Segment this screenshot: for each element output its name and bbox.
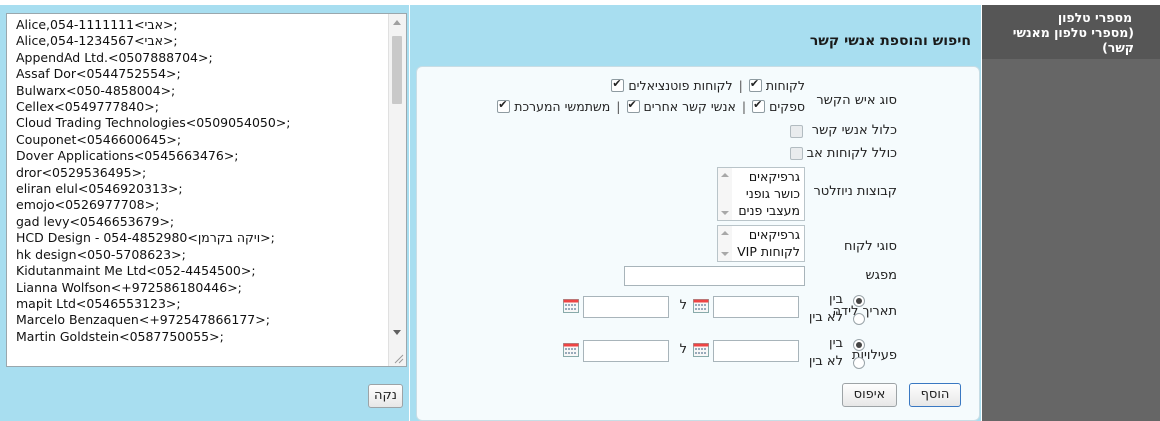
system-users-label: משתמשי המערכת	[514, 99, 611, 114]
calendar-icon[interactable]	[693, 343, 709, 357]
phone-numbers-panel: מספרי טלפון (מספרי טלפון מאנשי קשר)	[982, 5, 1160, 421]
recipient-line: emojo<0526977708>;	[16, 197, 160, 213]
add-button[interactable]: הוסף	[909, 383, 961, 407]
recipient-line: Martin Goldstein<0587750055>;	[16, 328, 224, 344]
recipient-line: Assaf Dor<0544752554>;	[16, 66, 181, 82]
resize-grip-icon[interactable]	[394, 354, 404, 364]
contact-type-row-1: לקוחות | לקוחות פוטנציאלים	[611, 77, 805, 93]
birth-date-between-radio[interactable]	[853, 295, 865, 307]
customers-label: לקוחות	[765, 78, 805, 93]
separator: |	[616, 99, 621, 114]
separator: |	[741, 99, 747, 114]
recipient-line: dror<0529536495>;	[16, 164, 147, 180]
recipient-line: HCD Design - 054-4852980<ויקה בקרמן>;	[16, 230, 275, 246]
phone-numbers-title: מספרי טלפון	[1057, 10, 1132, 25]
search-form: סוג איש הקשר לקוחות | לקוחות פוטנציאלים ס…	[416, 66, 980, 421]
recipient-line: Marcelo Benzaquen<+972547866177>;	[16, 312, 270, 328]
recipient-line: Lianna Wolfson<+972586180446>;	[16, 279, 242, 295]
potential-customers-checkbox[interactable]: לקוחות פוטנציאלים	[611, 77, 733, 93]
newsletter-groups-label: קבוצות ניוזלטר	[813, 184, 897, 199]
scroll-up-icon[interactable]	[721, 173, 729, 177]
calendar-icon[interactable]	[563, 343, 579, 357]
customers-check-icon[interactable]	[748, 77, 762, 92]
birth-date-from-input[interactable]	[713, 296, 799, 318]
recipient-line: Dover Applications<0545663476>;	[16, 148, 239, 164]
scroll-down-icon[interactable]	[721, 252, 729, 256]
suppliers-checkbox[interactable]: ספקים	[752, 98, 805, 114]
customers-checkbox[interactable]: לקוחות	[748, 77, 805, 93]
potential-customers-label: לקוחות פוטנציאלים	[628, 78, 733, 93]
recipient-line: Cellex<0549777840>;	[16, 99, 159, 115]
scroll-thumb[interactable]	[392, 36, 402, 104]
birth-date-between-label: בין	[829, 292, 843, 307]
activities-not-between-label: לא בין	[808, 354, 843, 369]
activities-not-between-radio[interactable]	[853, 357, 865, 369]
suppliers-check-icon[interactable]	[752, 98, 766, 113]
listbox-scrollbar[interactable]	[718, 168, 732, 220]
birth-date-not-between-label: לא בין	[808, 310, 843, 325]
recipient-line: gad levy<0546653679>;	[16, 213, 175, 229]
contact-type-label: סוג איש הקשר	[816, 93, 897, 108]
include-parent-customers-label: כולל לקוחות אב	[806, 146, 897, 161]
recipient-line: Kidutanmaint Me Ltd<052-4454500>;	[16, 263, 256, 279]
scroll-up-icon[interactable]	[393, 20, 401, 25]
phone-numbers-subtitle: (מספרי טלפון מאנשי קשר)	[1012, 25, 1134, 55]
suppliers-label: ספקים	[769, 99, 805, 114]
phone-numbers-header[interactable]: מספרי טלפון (מספרי טלפון מאנשי קשר)	[982, 5, 1160, 59]
newsletter-groups-listbox[interactable]: גרפיקאים כושר גופני מעצבי פנים	[717, 167, 805, 221]
recipient-line: eliran elul<0546920313>;	[16, 181, 183, 197]
include-contacts-checkbox[interactable]	[790, 125, 803, 138]
activities-between-label: בין	[829, 336, 843, 351]
meeting-label: מפגש	[865, 268, 897, 283]
recipients-lines: Alice,054-1111111<אבי>; Alice,054-1234567…	[16, 17, 386, 345]
scroll-up-icon[interactable]	[721, 231, 729, 235]
activities-to-label: ל	[679, 342, 687, 357]
recipient-line: Couponet<0546600645>;	[16, 131, 182, 147]
listbox-scrollbar[interactable]	[718, 226, 732, 261]
recipients-pane: Alice,054-1111111<אבי>; Alice,054-1234567…	[0, 5, 409, 421]
recipient-line: Cloud Trading Technologies<0509054050>;	[16, 115, 291, 131]
recipient-line: Alice,054-1234567<אבי>;	[16, 33, 178, 49]
reset-button[interactable]: איפוס	[842, 383, 897, 407]
include-contacts-label: כלול אנשי קשר	[811, 123, 897, 138]
app-window: Alice,054-1111111<אבי>; Alice,054-1234567…	[0, 0, 1160, 421]
activities-from-input[interactable]	[713, 340, 799, 362]
recipient-line: Bulwarx<050-4858004>;	[16, 82, 176, 98]
recipient-line: Alice,054-1111111<אבי>;	[16, 17, 178, 32]
search-pane: חיפוש והוספת אנשי קשר סוג איש הקשר לקוחו…	[410, 5, 981, 421]
birth-date-to-label: ל	[679, 298, 687, 313]
system-users-check-icon[interactable]	[497, 98, 511, 113]
other-contacts-checkbox[interactable]: אנשי קשר אחרים	[626, 98, 736, 114]
birth-date-not-between-radio[interactable]	[853, 313, 865, 325]
scroll-down-icon[interactable]	[721, 211, 729, 215]
customer-types-listbox[interactable]: גרפיקאים לקוחות VIP	[717, 225, 805, 262]
clear-button[interactable]: נקה	[368, 384, 403, 408]
birth-date-to-input[interactable]	[583, 296, 669, 318]
page-title: חיפוש והוספת אנשי קשר	[809, 33, 971, 49]
scroll-down-icon[interactable]	[393, 330, 401, 335]
customer-types-label: סוגי לקוח	[843, 239, 897, 254]
recipients-textarea[interactable]: Alice,054-1111111<אבי>; Alice,054-1234567…	[6, 13, 407, 367]
separator: |	[738, 78, 743, 93]
other-contacts-check-icon[interactable]	[626, 98, 640, 113]
potential-customers-check-icon[interactable]	[611, 77, 625, 92]
recipient-line: hk design<050-5708623>;	[16, 246, 186, 262]
other-contacts-label: אנשי קשר אחרים	[643, 99, 736, 114]
system-users-checkbox[interactable]: משתמשי המערכת	[497, 98, 611, 114]
meeting-input[interactable]	[624, 266, 805, 286]
recipient-line: mapit Ltd<0546553123>;	[16, 295, 181, 311]
calendar-icon[interactable]	[693, 299, 709, 313]
calendar-icon[interactable]	[563, 299, 579, 313]
activities-to-input[interactable]	[583, 340, 669, 362]
recipient-line: AppendAd Ltd.<0507888704>;	[16, 49, 213, 65]
contact-type-row-2: ספקים | אנשי קשר אחרים | משתמשי המערכת	[497, 98, 805, 114]
activities-between-radio[interactable]	[853, 339, 865, 351]
recipients-scrollbar[interactable]	[388, 14, 406, 366]
include-parent-customers-checkbox[interactable]	[790, 147, 803, 160]
